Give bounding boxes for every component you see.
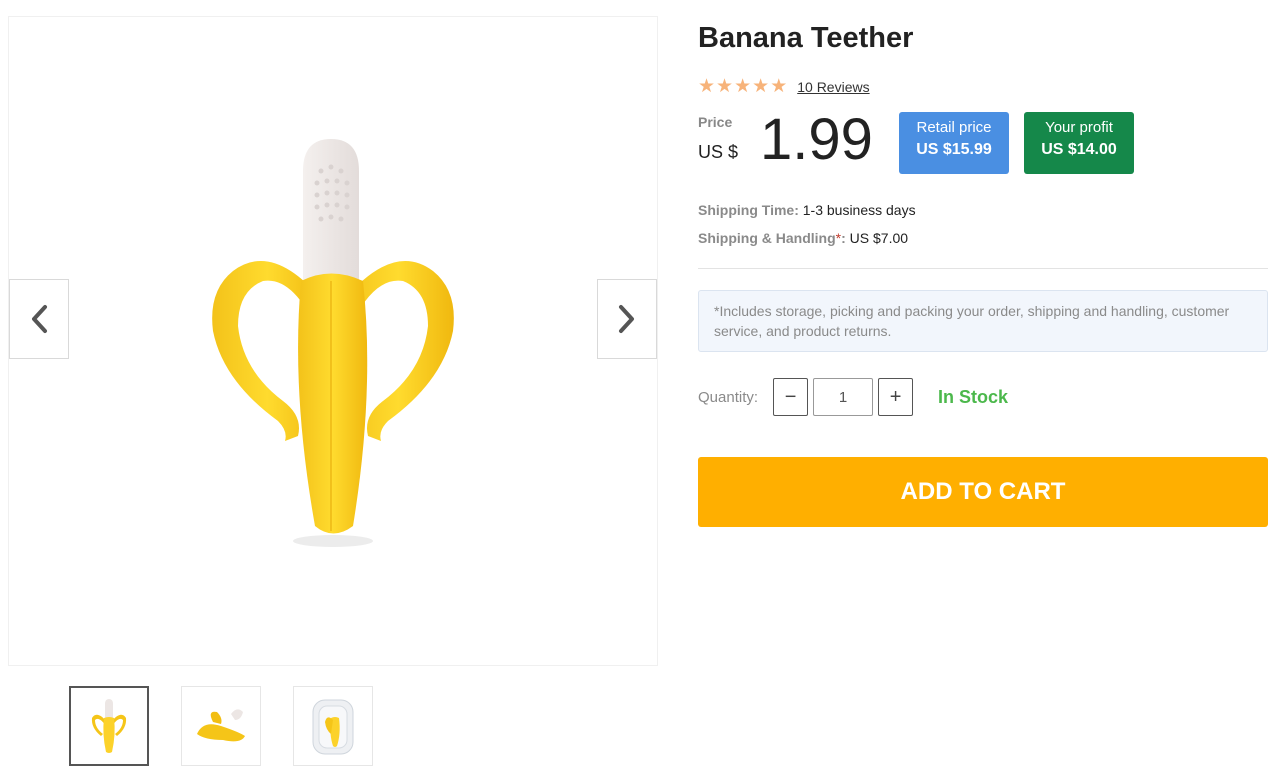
thumbnail-image xyxy=(91,699,127,753)
retail-price-label: Retail price xyxy=(916,119,992,136)
gallery-prev-button[interactable] xyxy=(9,279,69,359)
star-icon: ★ xyxy=(734,76,752,97)
shipping-info: Shipping Time: 1-3 business days Shippin… xyxy=(698,196,1268,252)
thumbnail-2[interactable] xyxy=(181,686,261,766)
thumbnail-image xyxy=(312,699,354,755)
banana-teether-image xyxy=(212,139,454,547)
chevron-left-icon xyxy=(32,305,47,333)
shipping-time-row: Shipping Time: 1-3 business days xyxy=(698,196,1268,224)
shipping-time-label: Shipping Time: xyxy=(698,202,799,218)
quantity-increase-button[interactable]: + xyxy=(878,378,914,416)
price-label: Price xyxy=(698,114,733,130)
thumbnail-3[interactable] xyxy=(293,686,373,766)
quantity-row: Quantity: − + In Stock xyxy=(698,377,1268,417)
shipping-handling-value: US $7.00 xyxy=(849,230,909,246)
shipping-handling-label: Shipping & Handling xyxy=(698,230,836,246)
thumbnail-image xyxy=(197,709,245,742)
star-rating: ★ ★ ★ ★ ★ xyxy=(698,76,788,97)
price-amount: 1.99 xyxy=(760,107,873,172)
product-title: Banana Teether xyxy=(698,22,914,54)
colon: : xyxy=(841,230,846,246)
product-gallery xyxy=(8,16,658,666)
star-icon: ★ xyxy=(752,76,770,97)
shipping-time-value: 1-3 business days xyxy=(802,202,916,218)
retail-price-badge: Retail price US $15.99 xyxy=(899,112,1009,174)
main-product-image xyxy=(9,17,657,665)
thumbnail-strip xyxy=(69,686,373,766)
profit-value: US $14.00 xyxy=(1041,141,1117,158)
price-row: Price US $ 1.99 Retail price US $15.99 Y… xyxy=(698,107,1268,176)
star-icon: ★ xyxy=(716,76,734,97)
divider xyxy=(698,268,1268,269)
quantity-input[interactable] xyxy=(813,378,874,416)
profit-label: Your profit xyxy=(1045,119,1113,136)
star-icon: ★ xyxy=(698,76,716,97)
quantity-label: Quantity: xyxy=(698,388,759,406)
chevron-right-icon xyxy=(619,305,634,333)
star-icon: ★ xyxy=(770,76,788,97)
shipping-handling-row: Shipping & Handling*: US $7.00 xyxy=(698,224,1268,252)
retail-price-value: US $15.99 xyxy=(916,141,992,158)
reviews-link[interactable]: 10 Reviews xyxy=(797,79,869,95)
thumbnail-1[interactable] xyxy=(69,686,149,766)
quantity-decrease-button[interactable]: − xyxy=(773,378,809,416)
product-details: Banana Teether ★ ★ ★ ★ ★ 10 Reviews Pric… xyxy=(698,18,1268,527)
profit-badge: Your profit US $14.00 xyxy=(1024,112,1134,174)
stock-status: In Stock xyxy=(938,386,1009,407)
gallery-next-button[interactable] xyxy=(597,279,657,359)
shipping-note: *Includes storage, picking and packing y… xyxy=(698,290,1268,352)
rating-row: ★ ★ ★ ★ ★ 10 Reviews xyxy=(698,76,1268,98)
add-to-cart-button[interactable]: ADD TO CART xyxy=(698,457,1268,527)
price-currency: US $ xyxy=(698,142,739,162)
